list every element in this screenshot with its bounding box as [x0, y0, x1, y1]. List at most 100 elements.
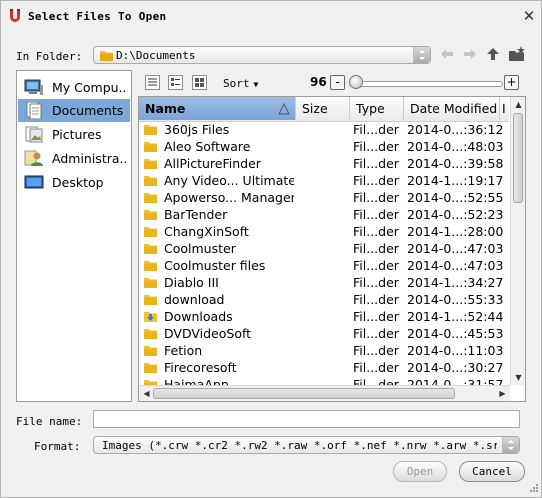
desktop-icon — [24, 175, 44, 189]
sidebar-item-label: Administra... — [52, 151, 128, 166]
file-name-cell: ChangXinSoft — [164, 224, 249, 239]
table-row[interactable]: Downloads Fil...der 2014-1...:52:44 — [139, 308, 509, 325]
in-folder-label: In Folder: — [16, 50, 83, 63]
table-row[interactable]: Coolmuster Fil...der 2014-0...:47:03 — [139, 240, 509, 257]
zoom-out-button[interactable]: - — [330, 75, 345, 90]
details-view-button[interactable] — [168, 75, 183, 90]
table-row[interactable]: Firecoresoft Fil...der 2014-0...:30:27 — [139, 359, 509, 376]
column-header-name[interactable]: Name — [139, 97, 296, 120]
forward-arrow-icon[interactable] — [462, 46, 478, 62]
icon-view-button[interactable] — [192, 75, 207, 90]
file-name-label: File name: — [16, 415, 83, 428]
file-size-cell — [302, 257, 348, 274]
column-header-size[interactable]: Size — [296, 97, 350, 120]
documents-icon — [26, 102, 42, 119]
file-size-cell — [302, 138, 348, 155]
table-row[interactable]: Aleo Software Fil...der 2014-0...:48:03 — [139, 138, 509, 155]
sort-label: Sort — [223, 77, 250, 90]
folder-icon — [144, 329, 157, 339]
table-row[interactable]: ChangXinSoft Fil...der 2014-1...:28:00 — [139, 223, 509, 240]
file-size-cell — [302, 172, 348, 189]
new-folder-icon[interactable] — [508, 46, 526, 62]
header-label: Name — [145, 101, 186, 116]
open-button[interactable]: Open — [393, 461, 447, 482]
file-date-cell: 2014-1...:28:00 — [407, 224, 503, 239]
back-arrow-icon[interactable] — [439, 46, 455, 62]
file-date-cell: 2014-0...:30:27 — [407, 360, 503, 375]
file-name-cell: 360js Files — [164, 122, 230, 137]
file-name-cell: Downloads — [164, 309, 233, 324]
file-name-cell: DVDVideoSoft — [164, 326, 252, 341]
file-type-cell: Fil...der — [353, 139, 399, 154]
sidebar-item-label: Documents — [52, 103, 124, 118]
horizontal-scroll-thumb[interactable] — [153, 388, 455, 399]
sidebar-item-label: Desktop — [52, 175, 104, 190]
horizontal-scrollbar[interactable]: ◀ ▶ — [139, 385, 510, 401]
table-row[interactable]: DVDVideoSoft Fil...der 2014-0...:45:53 — [139, 325, 509, 342]
scroll-left-icon[interactable]: ◀ — [139, 386, 154, 401]
column-header-date-modified[interactable]: Date Modified — [404, 97, 500, 120]
file-date-cell: 2014-0...:45:53 — [407, 326, 503, 341]
cancel-button[interactable]: Cancel — [459, 461, 525, 482]
sidebar-item-desktop[interactable]: Desktop — [18, 171, 130, 194]
resize-grip-icon[interactable] — [527, 483, 539, 495]
list-view-button[interactable] — [145, 75, 160, 90]
file-name-cell: Coolmuster files — [164, 258, 266, 273]
column-header-type[interactable]: Type — [350, 97, 404, 120]
table-row[interactable]: Apowerso... Manager Fil...der 2014-0...:52… — [139, 189, 509, 206]
file-name-input[interactable] — [93, 410, 520, 428]
folder-icon — [144, 176, 157, 186]
scroll-down-icon[interactable]: ▼ — [511, 370, 525, 385]
file-type-cell: Fil...der — [353, 292, 399, 307]
file-name-cell: BarTender — [164, 207, 228, 222]
close-icon[interactable]: ✕ — [521, 8, 537, 24]
scroll-up-icon[interactable]: ▲ — [511, 97, 525, 112]
file-size-cell — [302, 308, 348, 325]
sidebar-item-pictures[interactable]: Pictures — [18, 123, 130, 146]
file-type-cell: Fil...der — [353, 224, 399, 239]
zoom-slider-track[interactable] — [353, 81, 503, 87]
file-name-cell: Diablo III — [164, 275, 219, 290]
sidebar-item-administrator[interactable]: Administra... — [18, 147, 130, 170]
file-date-cell: 2014-1...:52:44 — [407, 309, 503, 324]
format-select[interactable]: Images (*.crw *.cr2 *.rw2 *.raw *.orf *.… — [93, 436, 520, 454]
folder-icon — [144, 244, 157, 254]
sidebar-item-my-computer[interactable]: My Compu... — [18, 76, 130, 99]
scroll-right-icon[interactable]: ▶ — [495, 386, 510, 401]
zoom-slider-thumb[interactable] — [349, 75, 363, 89]
file-date-cell: 2014-0...:11:03 — [407, 343, 503, 358]
table-row[interactable]: Diablo III Fil...der 2014-1...:34:27 — [139, 274, 509, 291]
file-list: Name Size Type Date Modified I 360js Fil… — [138, 96, 526, 402]
file-size-cell — [302, 155, 348, 172]
table-row[interactable]: Coolmuster files Fil...der 2014-0...:47:03 — [139, 257, 509, 274]
table-row[interactable]: AllPictureFinder Fil...der 2014-0...:39:58 — [139, 155, 509, 172]
file-rows: 360js Files Fil...der 2014-0...:36:12 Aleo … — [139, 121, 509, 393]
file-type-cell: Fil...der — [353, 326, 399, 341]
table-row[interactable]: BarTender Fil...der 2014-0...:52:23 — [139, 206, 509, 223]
sort-button[interactable]: Sort ▼ — [223, 77, 258, 90]
folder-icon — [144, 227, 157, 237]
grid-view-icon — [195, 78, 204, 87]
folder-icon — [144, 363, 157, 373]
file-type-cell: Fil...der — [353, 258, 399, 273]
details-view-icon — [171, 78, 180, 86]
sidebar-item-documents[interactable]: Documents — [18, 99, 130, 122]
table-row[interactable]: download Fil...der 2014-0...:55:33 — [139, 291, 509, 308]
up-folder-icon[interactable] — [485, 46, 501, 62]
vertical-scrollbar[interactable]: ▲ ▼ — [510, 97, 525, 385]
table-row[interactable]: Any Video... Ultimate Fil...der 2014-1...:… — [139, 172, 509, 189]
zoom-in-button[interactable]: + — [504, 75, 519, 90]
file-name-cell: Fetion — [164, 343, 203, 358]
file-type-cell: Fil...der — [353, 360, 399, 375]
sidebar-item-label: Pictures — [52, 127, 102, 142]
file-name-cell: AllPictureFinder — [164, 156, 261, 171]
table-row[interactable]: 360js Files Fil...der 2014-0...:36:12 — [139, 121, 509, 138]
sidebar-item-label: My Compu... — [52, 80, 128, 95]
table-row[interactable]: Fetion Fil...der 2014-0...:11:03 — [139, 342, 509, 359]
file-date-cell: 2014-1...:34:27 — [407, 275, 503, 290]
folder-path: D:\Documents — [116, 49, 196, 62]
file-dialog: Select Files To Open ✕ In Folder: D:\Doc… — [0, 0, 542, 498]
file-type-cell: Fil...der — [353, 241, 399, 256]
vertical-scroll-thumb[interactable] — [513, 113, 523, 203]
folder-select[interactable]: D:\Documents — [93, 46, 431, 64]
